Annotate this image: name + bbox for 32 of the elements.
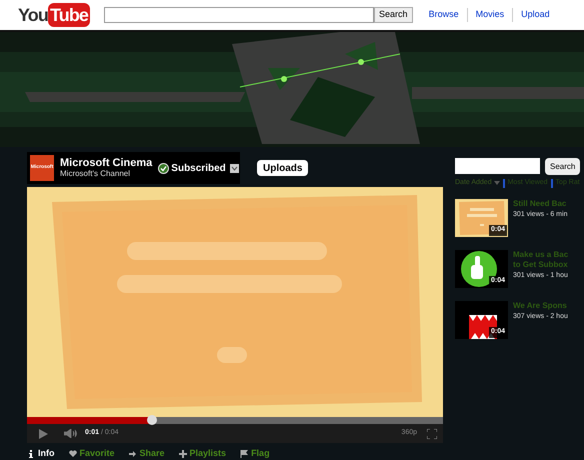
search-field[interactable]	[455, 158, 540, 174]
sort-caret-icon[interactable]	[494, 181, 500, 186]
action-link[interactable]: Favorite	[68, 447, 115, 460]
nav-link[interactable]: Upload	[512, 8, 558, 22]
action-label: Favorite	[80, 447, 115, 460]
heart-icon	[68, 450, 76, 458]
action-link[interactable]: Playlists	[178, 447, 226, 460]
subscribe-button[interactable]: Subscribed	[158, 160, 226, 176]
info-icon	[27, 450, 35, 458]
plus-icon	[178, 450, 187, 458]
search-button[interactable]: Search	[374, 7, 413, 23]
action-link[interactable]: Info	[27, 447, 54, 460]
action-label: Share	[140, 447, 165, 460]
fullscreen-icon[interactable]	[427, 428, 437, 438]
channel-subtitle: Microsoft's Channel	[60, 169, 131, 179]
volume-icon[interactable]	[64, 429, 77, 438]
action-link[interactable]: Share	[128, 447, 165, 460]
check-icon	[158, 162, 170, 174]
arrow-icon	[128, 450, 137, 458]
action-label: Info	[38, 447, 54, 460]
channel-name[interactable]: Microsoft Cinema	[60, 157, 152, 169]
nav-link[interactable]: Browse	[420, 8, 467, 22]
dropdown-icon[interactable]	[230, 164, 239, 172]
flag-icon	[240, 450, 248, 458]
play-icon[interactable]	[39, 428, 48, 438]
action-link[interactable]: Flag	[240, 447, 270, 460]
action-label: Flag	[251, 447, 270, 460]
search-field[interactable]	[104, 7, 374, 23]
nav-link[interactable]: Movies	[466, 8, 512, 22]
search-button[interactable]: Search	[545, 158, 580, 175]
action-label: Playlists	[190, 447, 226, 460]
uploads-tab[interactable]: Uploads	[257, 160, 308, 176]
